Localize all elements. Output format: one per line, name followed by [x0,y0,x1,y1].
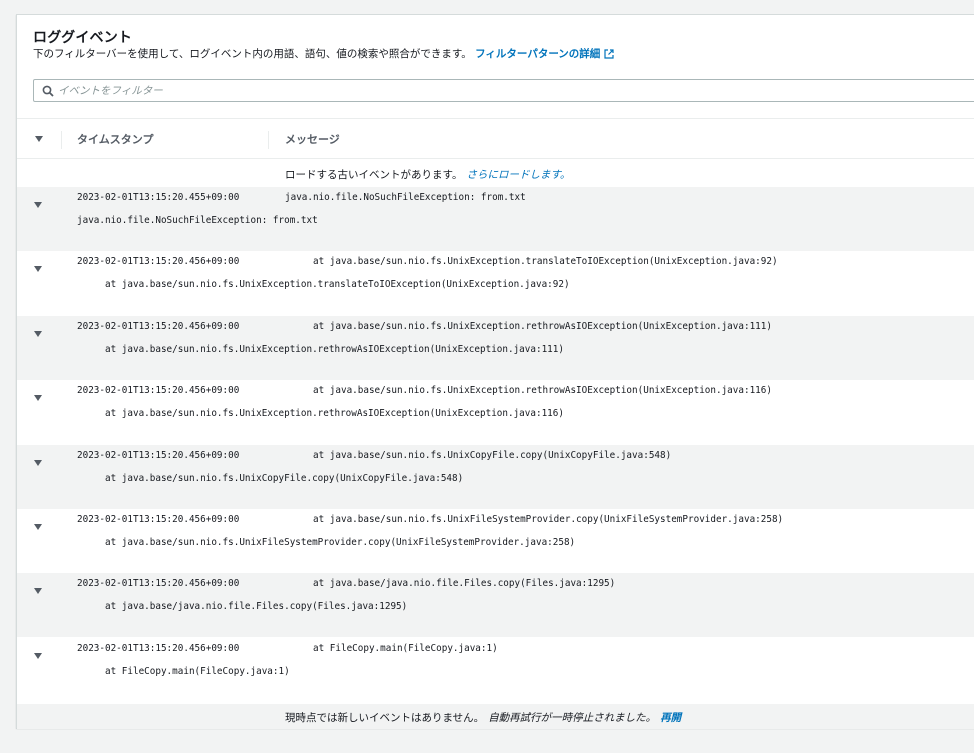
panel-header: ロググイベント 下のフィルターバーを使用して、ログイベント内の用語、語句、値の検… [17,15,974,64]
row-expand-toggle[interactable] [34,322,42,341]
log-event-row[interactable]: 2023-02-01T13:15:20.456+09:00 at java.ba… [17,444,974,509]
row-expand-toggle[interactable] [34,644,42,663]
event-timestamp: 2023-02-01T13:15:20.456+09:00 [77,256,240,268]
event-message: at java.base/java.nio.file.Files.copy(Fi… [285,578,616,590]
table-header: タイムスタンプ メッセージ [17,119,974,159]
row-expand-toggle[interactable] [34,515,42,534]
log-events-panel: ロググイベント 下のフィルターバーを使用して、ログイベント内の用語、語句、値の検… [16,14,974,729]
event-detail: at java.base/sun.nio.fs.UnixException.tr… [77,279,570,291]
event-detail: at java.base/sun.nio.fs.UnixException.re… [77,408,564,420]
event-detail: at java.base/sun.nio.fs.UnixFileSystemPr… [77,537,576,548]
filter-search-box[interactable] [33,79,974,102]
log-event-row[interactable]: 2023-02-01T13:15:20.455+09:00 java.nio.fi… [17,187,974,251]
column-header-timestamp[interactable]: タイムスタンプ [77,119,153,159]
column-separator[interactable] [61,131,62,149]
event-message: at java.base/sun.nio.fs.UnixException.tr… [285,256,778,268]
caret-down-icon [34,395,42,402]
event-timestamp: 2023-02-01T13:15:20.456+09:00 [77,578,240,590]
event-timestamp: 2023-02-01T13:15:20.456+09:00 [77,449,240,461]
event-timestamp: 2023-02-01T13:15:20.456+09:00 [77,514,240,525]
event-timestamp: 2023-02-01T13:15:20.456+09:00 [77,642,240,654]
caret-down-icon [34,266,42,273]
event-message: at java.base/sun.nio.fs.UnixCopyFile.cop… [285,449,672,461]
caret-down-icon [34,459,42,466]
panel-description: 下のフィルターバーを使用して、ログイベント内の用語、語句、値の検索や照合ができま… [33,47,974,64]
filter-pattern-link-label: フィルターパターンの詳細 [475,48,601,60]
external-link-icon [604,49,614,64]
load-more-bar: ロードする古いイベントがあります。 さらにロードします。 [17,160,974,187]
log-event-row[interactable]: 2023-02-01T13:15:20.456+09:00 at java.ba… [17,251,974,316]
retry-paused-text: 自動再試行が一時停止されました。 [488,712,657,724]
event-message: java.nio.file.NoSuchFileException: from.… [285,192,526,203]
event-message: at java.base/sun.nio.fs.UnixException.re… [285,385,772,397]
log-event-row[interactable]: 2023-02-01T13:15:20.456+09:00 at java.ba… [17,573,974,638]
search-input[interactable] [58,84,658,97]
panel-title: ロググイベント [33,30,133,46]
event-message: at FileCopy.main(FileCopy.java:1) [285,642,498,654]
event-detail: java.nio.file.NoSuchFileException: from.… [77,215,318,226]
caret-down-icon [34,330,42,337]
event-message: at java.base/sun.nio.fs.UnixException.re… [285,320,772,332]
row-expand-toggle[interactable] [34,451,42,470]
row-expand-toggle[interactable] [34,193,42,212]
event-detail: at java.base/sun.nio.fs.UnixCopyFile.cop… [77,472,464,484]
caret-down-icon [34,202,42,208]
event-detail: at FileCopy.main(FileCopy.java:1) [77,665,290,677]
description-text: 下のフィルターバーを使用して、ログイベント内の用語、語句、値の検索や照合ができま… [33,48,472,60]
row-expand-toggle[interactable] [34,386,42,405]
log-event-row[interactable]: 2023-02-01T13:15:20.456+09:00 at FileCop… [17,637,974,702]
log-event-row[interactable]: 2023-02-01T13:15:20.456+09:00 at java.ba… [17,380,974,445]
column-header-message[interactable]: メッセージ [285,119,340,159]
caret-down-icon [35,136,43,142]
load-more-text: ロードする古いイベントがあります。 [285,169,463,181]
log-event-row[interactable]: 2023-02-01T13:15:20.456+09:00 at java.ba… [17,315,974,380]
caret-down-icon [34,588,42,595]
load-more-link[interactable]: さらにロードします。 [466,169,570,181]
event-timestamp: 2023-02-01T13:15:20.456+09:00 [77,385,240,397]
event-detail: at java.base/java.nio.file.Files.copy(Fi… [77,601,408,613]
event-timestamp: 2023-02-01T13:15:20.456+09:00 [77,320,240,332]
event-message: at java.base/sun.nio.fs.UnixFileSystemPr… [285,514,784,525]
search-icon [34,85,58,97]
no-new-events-text: 現時点では新しいイベントはありません。 [285,712,485,724]
event-timestamp: 2023-02-01T13:15:20.455+09:00 [77,192,240,203]
event-detail: at java.base/sun.nio.fs.UnixException.re… [77,343,564,355]
row-expand-toggle[interactable] [34,257,42,276]
filter-pattern-link[interactable]: フィルターパターンの詳細 [475,48,614,60]
column-separator[interactable] [268,131,269,149]
resume-link[interactable]: 再開 [660,712,681,724]
caret-down-icon [34,652,42,659]
row-expand-toggle[interactable] [34,579,42,598]
expand-all-toggle[interactable] [35,119,43,159]
caret-down-icon [34,524,42,530]
log-event-row[interactable]: 2023-02-01T13:15:20.456+09:00 at java.ba… [17,509,974,573]
table-footer: 現時点では新しいイベントはありません。 自動再試行が一時停止されました。 再開 [17,704,974,729]
